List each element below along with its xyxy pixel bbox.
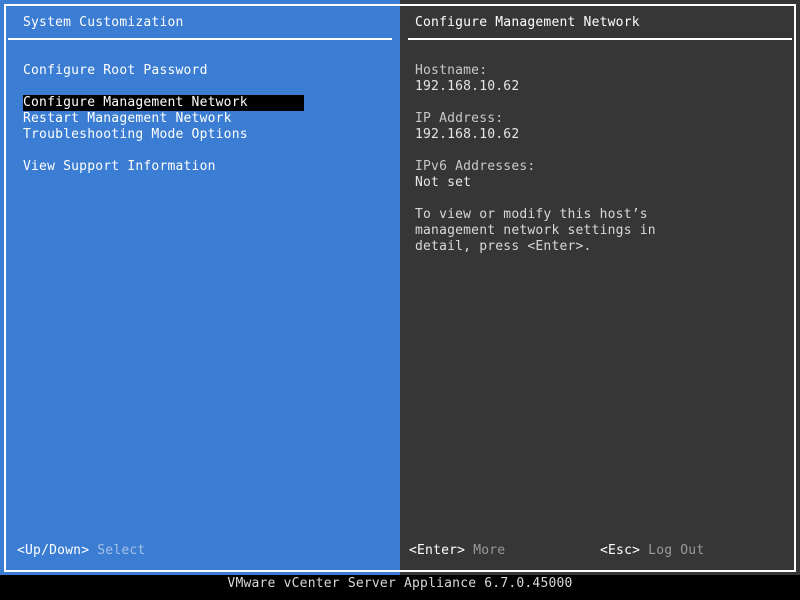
left-panel-title: System Customization bbox=[23, 15, 184, 30]
network-info: Hostname: 192.168.10.62 IP Address: 192.… bbox=[415, 63, 785, 255]
ipv6-addresses-value: Not set bbox=[415, 175, 472, 190]
description-line-3: detail, press <Enter>. bbox=[415, 239, 592, 254]
menu-item-troubleshooting-mode-options[interactable]: Troubleshooting Mode Options bbox=[23, 127, 304, 143]
enter-key: <Enter> bbox=[409, 543, 466, 558]
menu-item-configure-root-password[interactable]: Configure Root Password bbox=[23, 63, 304, 79]
hostname-value: 192.168.10.62 bbox=[415, 79, 520, 94]
menu-item-restart-management-network[interactable]: Restart Management Network bbox=[23, 111, 304, 127]
configure-management-network-panel: Configure Management Network Hostname: 1… bbox=[400, 0, 800, 575]
enter-hint: <Enter> More bbox=[409, 543, 505, 559]
esc-hint: <Esc> Log Out bbox=[600, 543, 704, 559]
appliance-version-text: VMware vCenter Server Appliance 6.7.0.45… bbox=[227, 576, 573, 591]
system-customization-menu: Configure Root Password Configure Manage… bbox=[23, 63, 304, 175]
menu-item-view-support-information[interactable]: View Support Information bbox=[23, 159, 304, 175]
description-line-2: management network settings in bbox=[415, 223, 656, 238]
left-title-separator bbox=[8, 38, 392, 40]
ipv6-addresses-label: IPv6 Addresses: bbox=[415, 159, 536, 174]
menu-item-configure-management-network[interactable]: Configure Management Network bbox=[23, 95, 304, 111]
system-customization-panel: System Customization Configure Root Pass… bbox=[0, 0, 400, 575]
log-out-hint-label: Log Out bbox=[648, 543, 705, 558]
right-panel-title: Configure Management Network bbox=[415, 15, 640, 30]
hostname-label: Hostname: bbox=[415, 63, 488, 78]
esc-key: <Esc> bbox=[600, 543, 641, 558]
dcui-screen: System Customization Configure Root Pass… bbox=[0, 0, 800, 600]
ip-address-value: 192.168.10.62 bbox=[415, 127, 520, 142]
menu-spacer bbox=[23, 79, 304, 95]
more-hint-label: More bbox=[473, 543, 506, 558]
ip-address-label: IP Address: bbox=[415, 111, 504, 126]
right-title-separator bbox=[408, 38, 792, 40]
select-hint-label: Select bbox=[97, 543, 146, 558]
status-bar: VMware vCenter Server Appliance 6.7.0.45… bbox=[0, 575, 800, 600]
select-hint: <Up/Down> Select bbox=[17, 543, 145, 559]
menu-spacer bbox=[23, 143, 304, 159]
description-line-1: To view or modify this host’s bbox=[415, 207, 648, 222]
up-down-key: <Up/Down> bbox=[17, 543, 90, 558]
